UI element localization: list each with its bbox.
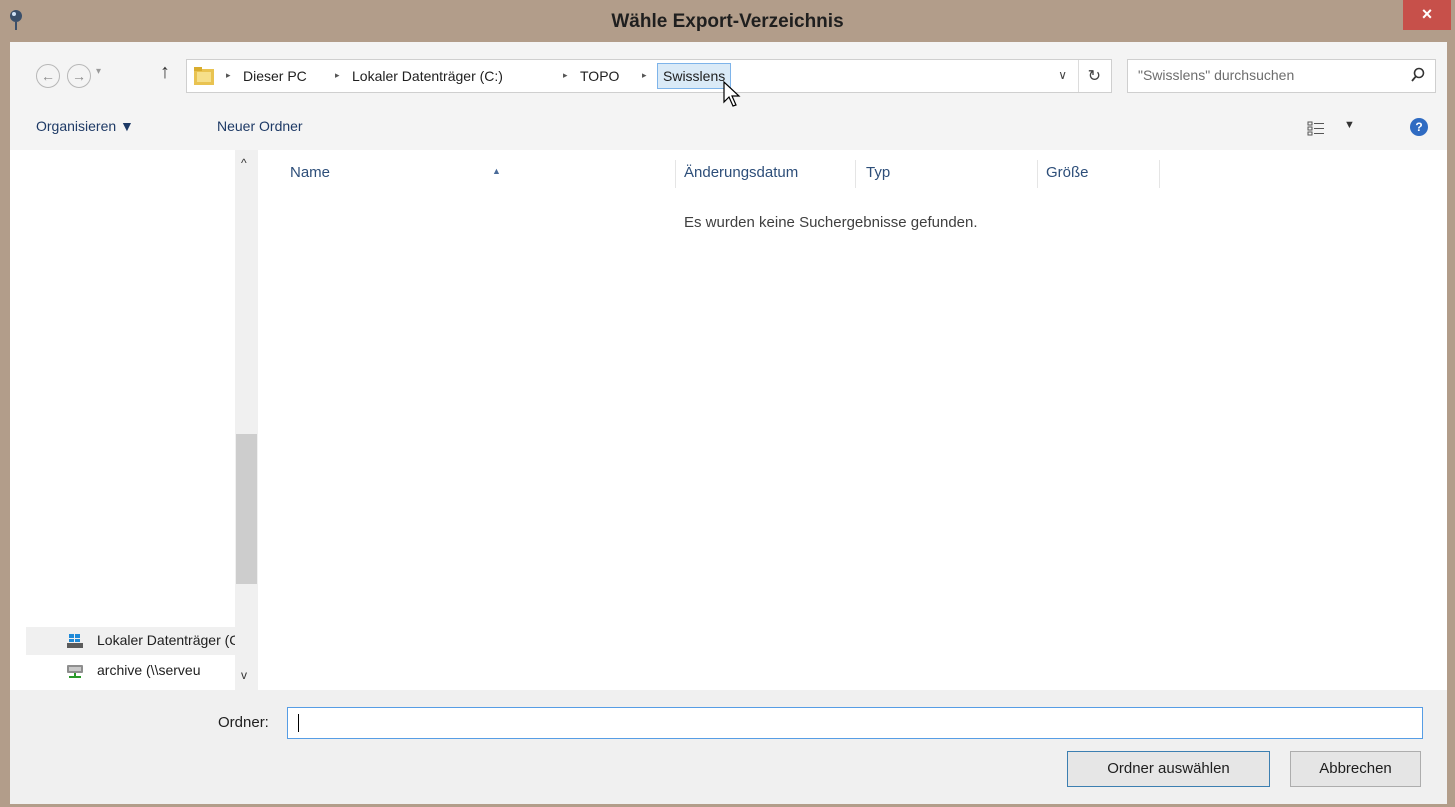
mouse-cursor-icon: [723, 80, 741, 107]
recent-locations-dropdown[interactable]: ▾: [96, 66, 101, 77]
dialog-window: Wähle Export-Verzeichnis × ← → ▾ ↑ ▸ Die…: [0, 0, 1455, 807]
breadcrumb-separator: ▸: [563, 70, 568, 80]
forward-button[interactable]: →: [67, 64, 91, 88]
breadcrumb-separator: ▸: [642, 70, 647, 80]
breadcrumb-this-pc[interactable]: Dieser PC: [243, 68, 307, 84]
sort-ascending-icon: ▲: [492, 166, 501, 176]
nav-item-label: archive (\\serveu: [97, 662, 201, 678]
address-history-dropdown[interactable]: ∨: [1058, 68, 1067, 82]
empty-results-message: Es wurden keine Suchergebnisse gefunden.: [684, 214, 978, 231]
refresh-icon[interactable]: ↻: [1088, 66, 1101, 86]
column-header-size[interactable]: Größe: [1038, 160, 1160, 188]
text-caret: [298, 714, 299, 732]
address-divider: [1078, 60, 1079, 92]
nav-item-label: Lokaler Datenträger (C:): [97, 632, 235, 648]
dialog-client: ← → ▾ ↑ ▸ Dieser PC ▸ Lokaler Datenträge…: [10, 42, 1447, 804]
address-bar[interactable]: ▸ Dieser PC ▸ Lokaler Datenträger (C:) ▸…: [186, 59, 1112, 93]
help-icon[interactable]: ?: [1410, 118, 1428, 136]
breadcrumb-local-drive[interactable]: Lokaler Datenträger (C:): [352, 68, 503, 84]
scroll-up-icon[interactable]: ^: [241, 156, 247, 170]
nav-item-archive[interactable]: archive (\\serveu: [26, 657, 236, 685]
folder-icon: [194, 67, 214, 85]
search-placeholder: "Swisslens" durchsuchen: [1138, 67, 1295, 83]
breadcrumb-topo[interactable]: TOPO: [580, 68, 619, 84]
search-box[interactable]: "Swisslens" durchsuchen: [1127, 59, 1436, 93]
organize-menu[interactable]: Organisieren ▼: [36, 118, 134, 134]
cancel-button[interactable]: Abbrechen: [1290, 751, 1421, 787]
close-button[interactable]: ×: [1403, 0, 1451, 30]
breadcrumb-separator: ▸: [335, 70, 340, 80]
navigation-pane[interactable]: Lokaler Datenträger (C:) archive (\\serv…: [10, 150, 258, 690]
select-folder-button[interactable]: Ordner auswählen: [1067, 751, 1270, 787]
column-header-modified[interactable]: Änderungsdatum: [676, 160, 856, 188]
drive-icon: [67, 634, 83, 648]
search-icon: [1411, 67, 1425, 82]
network-drive-icon: [67, 665, 83, 678]
title-bar: Wähle Export-Verzeichnis ×: [0, 0, 1455, 42]
dialog-footer: Ordner: Ordner auswählen Abbrechen: [10, 690, 1447, 804]
back-button[interactable]: ←: [36, 64, 60, 88]
nav-scrollbar[interactable]: ^ v: [235, 150, 258, 690]
window-title: Wähle Export-Verzeichnis: [611, 11, 844, 32]
column-header-type[interactable]: Typ: [856, 160, 1038, 188]
folder-label: Ordner:: [218, 714, 269, 731]
command-toolbar: Organisieren ▼ Neuer Ordner ▼ ?: [10, 106, 1447, 150]
scroll-down-icon[interactable]: v: [241, 668, 247, 682]
file-list-pane[interactable]: Name ▲ Änderungsdatum Typ Größe Es wurde…: [258, 150, 1447, 690]
breadcrumb-swisslens[interactable]: Swisslens: [657, 63, 732, 89]
new-folder-button[interactable]: Neuer Ordner: [217, 118, 303, 134]
view-options-icon[interactable]: [1307, 120, 1325, 136]
folder-name-input[interactable]: [287, 707, 1423, 739]
column-header-name[interactable]: Name ▲: [280, 160, 676, 188]
breadcrumb-separator: ▸: [226, 70, 231, 80]
scroll-thumb[interactable]: [236, 434, 257, 584]
nav-item-local-drive[interactable]: Lokaler Datenträger (C:): [26, 627, 236, 655]
up-button[interactable]: ↑: [160, 61, 170, 84]
column-label: Name: [290, 164, 331, 181]
view-dropdown[interactable]: ▼: [1344, 119, 1355, 131]
